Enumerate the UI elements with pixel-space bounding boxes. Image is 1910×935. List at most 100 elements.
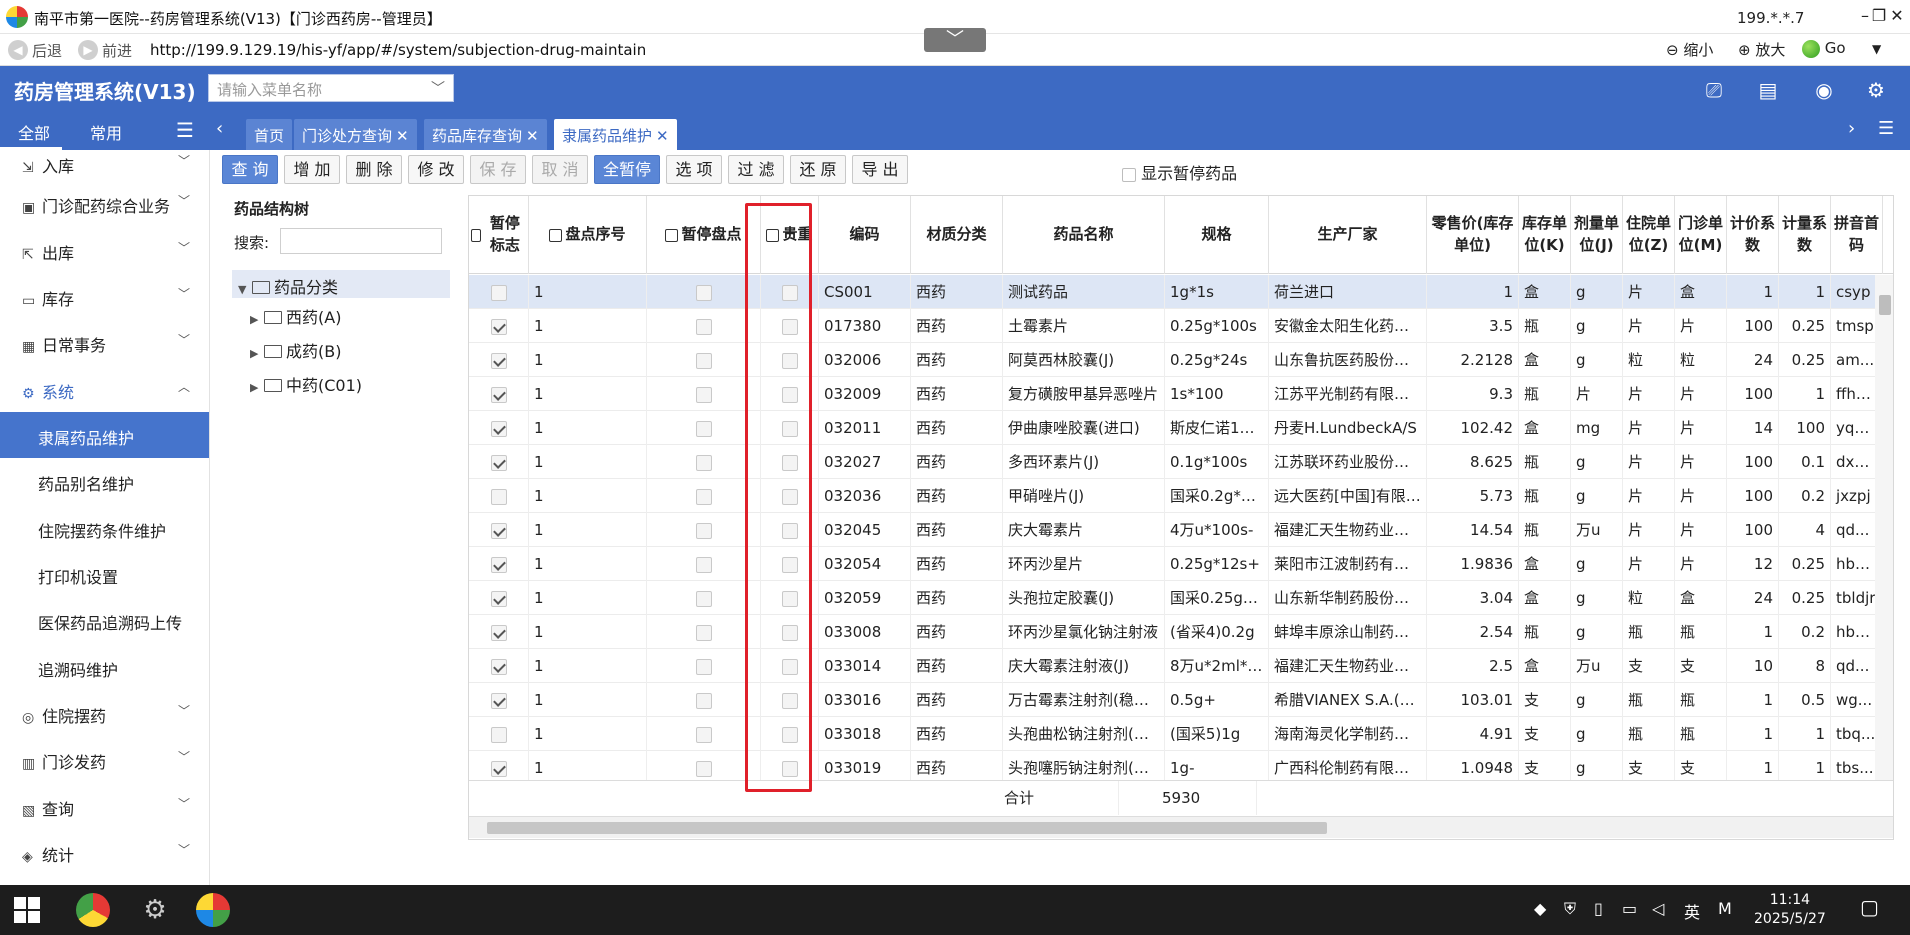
table-row[interactable]: 1 032009 西药 复方磺胺甲基异恶唑片 1s*100 江苏平光制药有限公司 9.3 瓶片… [469,377,1893,411]
col-material-category-cell[interactable]: 西药 [911,717,1003,751]
col-retail-price-cell[interactable]: 1.9836 [1427,547,1519,581]
table-row[interactable]: 1 032054 西药 环丙沙星片 0.25g*12s+ 莱阳市江波制药有限公司 1.983… [469,547,1893,581]
col-spec-cell[interactable]: 国采0.25g*24s [1165,581,1269,615]
col-stock-unit-header[interactable]: 库存单位(K) [1519,196,1571,274]
scrollbar-thumb[interactable] [1879,295,1891,315]
col-stock-unit-cell[interactable]: 支 [1519,683,1571,717]
col-outpatient-unit-cell[interactable]: 支 [1675,649,1727,683]
notification-icon[interactable]: ▢ [1860,895,1879,919]
col-metering-factor-cell[interactable]: 4 [1779,513,1831,547]
forward-button[interactable]: ▶ 前进 [78,38,132,62]
col-metering-factor-cell[interactable]: 1 [1779,717,1831,751]
col-dose-unit-cell[interactable]: 片 [1571,377,1623,411]
col-pricing-factor-cell[interactable]: 1 [1727,275,1779,309]
settings-gear-icon[interactable]: ⚙ [1862,76,1890,104]
col-metering-factor-cell[interactable]: 0.25 [1779,309,1831,343]
table-row[interactable]: 1 033016 西药 万古霉素注射剂(稳可信) 0.5g+ 希腊VIANEX S.A.(… [469,683,1893,717]
table-row[interactable]: 1032006西药阿莫西林胶囊(J)0.25g*24s山东鲁抗医药股份有限公司2… [469,343,1893,377]
col-dose-unit-cell[interactable]: g [1571,445,1623,479]
clock[interactable]: 11:14 2025/5/27 [1754,891,1826,929]
back-button[interactable]: ◀ 后退 [8,38,62,62]
col-material-category-cell[interactable]: 西药 [911,275,1003,309]
row-checkbox[interactable] [695,760,712,777]
col-metering-factor-cell[interactable]: 1 [1779,377,1831,411]
col-outpatient-unit-cell[interactable]: 片 [1675,479,1727,513]
col-spec-cell[interactable]: 1g*1s [1165,275,1269,309]
col-manufacturer-cell[interactable]: 江苏联环药业股份有限公司 [1269,445,1427,479]
tray-app-icon[interactable]: ◆ [1534,899,1546,918]
col-material-category-cell[interactable]: 西药 [911,343,1003,377]
table-row[interactable]: 1 032059西药头孢拉定胶囊(J)国采0.25g*24s山东新华制药股份有限公… [469,581,1893,615]
col-stock-unit-cell[interactable]: 瓶 [1519,377,1571,411]
col-spec-cell[interactable]: 斯皮仁诺100mg [1165,411,1269,445]
col-inpatient-unit-cell[interactable]: 瓶 [1623,615,1675,649]
screen-icon[interactable]: ⎚ [1700,76,1728,104]
col-manufacturer-cell[interactable]: 福建汇天生物药业有限公司 [1269,513,1427,547]
pause-all-button[interactable]: 全暂停 [594,155,660,184]
row-checkbox[interactable] [490,692,507,709]
row-checkbox[interactable] [490,420,507,437]
sidebar-sub-trace-maintain[interactable]: 追溯码维护 [0,644,209,690]
col-outpatient-unit-cell[interactable]: 片 [1675,309,1727,343]
ime-language[interactable]: 英 [1684,899,1700,923]
col-material-category-cell[interactable]: 西药 [911,445,1003,479]
col-stock-unit-cell[interactable]: 盒 [1519,581,1571,615]
row-checkbox[interactable] [490,522,507,539]
col-material-category-cell[interactable]: 西药 [911,377,1003,411]
tabs-menu-icon[interactable]: ☰ [1878,118,1894,139]
col-retail-price-cell[interactable]: 102.42 [1427,411,1519,445]
col-metering-factor-header[interactable]: 计量系数 [1779,196,1831,274]
col-spec-cell[interactable]: 0.25g*12s+ [1165,547,1269,581]
col-pause-inventory-header[interactable]: 暂停盘点 [647,196,761,274]
col-paused-header[interactable]: 暂停标志 [469,196,529,274]
sidebar-item-outpatient[interactable]: ▥ 门诊发药 ﹀ [0,736,209,782]
col-drug-name-cell[interactable]: 万古霉素注射剂(稳可信) [1003,683,1165,717]
col-outpatient-unit-cell[interactable]: 片 [1675,513,1727,547]
table-row[interactable]: 1 CS001 西药 测试药品 1g*1s 荷兰进口 1 盒 g 片盒 1 1 csyp [469,275,1893,309]
col-material-category-header[interactable]: 材质分类 [911,196,1003,274]
col-inventory-seq-header[interactable]: 盘点序号 [529,196,647,274]
col-inventory-seq-cell[interactable]: 1 [529,309,647,343]
col-metering-factor-cell[interactable]: 100 [1779,411,1831,445]
sidebar-sub-ward-condition[interactable]: 住院摆药条件维护 [0,505,209,551]
row-checkbox[interactable] [695,352,712,369]
tab-outpatient-prescription[interactable]: 门诊处方查询 ✕ [294,119,417,150]
col-material-category-cell[interactable]: 西药 [911,547,1003,581]
col-inpatient-unit-cell[interactable]: 片 [1623,513,1675,547]
grid-horizontal-scrollbar[interactable] [469,816,1893,838]
edit-button[interactable]: 修 改 [408,155,464,184]
row-checkbox[interactable] [695,624,712,641]
cancel-button[interactable]: 取 消 [532,155,588,184]
caret-down-icon[interactable]: ▼ [238,283,252,296]
col-inventory-seq-cell[interactable]: 1 [529,581,647,615]
col-drug-name-cell[interactable]: 环丙沙星氯化钠注射液 [1003,615,1165,649]
menu-toggle-icon[interactable]: ☰ [176,118,194,142]
col-manufacturer-cell[interactable]: 丹麦H.LundbeckA/S [1269,411,1427,445]
row-checkbox[interactable] [695,386,712,403]
his-app-icon[interactable] [196,893,230,927]
col-retail-price-cell[interactable]: 8.625 [1427,445,1519,479]
col-dose-unit-cell[interactable]: g [1571,343,1623,377]
col-inpatient-unit-cell[interactable]: 片 [1623,275,1675,309]
col-metering-factor-cell[interactable]: 1 [1779,275,1831,309]
col-dose-unit-cell[interactable]: g [1571,581,1623,615]
url-text[interactable]: http://199.9.129.19/his-yf/app/#/system/… [150,41,646,59]
col-inventory-seq-cell[interactable]: 1 [529,547,647,581]
col-drug-name-cell[interactable]: 庆大霉素注射液(J) [1003,649,1165,683]
col-spec-cell[interactable]: 0.5g+ [1165,683,1269,717]
col-pricing-factor-header[interactable]: 计价系数 [1727,196,1779,274]
side-tab-all[interactable]: 全部 [0,114,62,150]
col-manufacturer-cell[interactable]: 山东鲁抗医药股份有限公司 [1269,343,1427,377]
table-row[interactable]: 1 033008西药环丙沙星氯化钠注射液(省采4)0.2g蚌埠丰原涂山制药有限公司… [469,615,1893,649]
zoom-out-button[interactable]: ⊖ 缩小 [1666,39,1713,60]
volume-icon[interactable]: ◁ [1652,899,1664,918]
ime-mode[interactable]: M [1718,899,1732,918]
row-checkbox[interactable] [695,658,712,675]
col-stock-unit-cell[interactable]: 瓶 [1519,513,1571,547]
col-code-cell[interactable]: CS001 [819,275,911,309]
col-metering-factor-cell[interactable]: 0.2 [1779,615,1831,649]
close-tab-icon[interactable]: ✕ [526,127,539,145]
col-code-cell[interactable]: 017380 [819,309,911,343]
scrollbar-thumb[interactable] [487,822,1327,834]
table-row[interactable]: 1 032011西药伊曲康唑胶囊(进口)斯皮仁诺100mg丹麦H.Lundbeck… [469,411,1893,445]
